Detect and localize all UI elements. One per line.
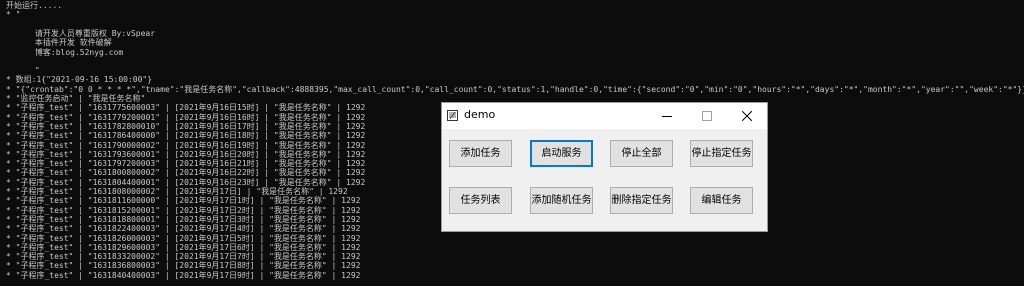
console-line: * "子程序_test" | "1631818800001" | [2021年9… xyxy=(6,214,361,224)
console-line: * "子程序_test" | "1631826000003" | [2021年9… xyxy=(6,233,361,243)
console-line: 开始运行..... xyxy=(6,1,63,10)
close-button[interactable] xyxy=(727,103,767,129)
dialog-titlebar[interactable]: demo xyxy=(442,103,767,129)
console-line: * "子程序_test" | "1631786400000" | [2021年9… xyxy=(6,131,366,141)
console-line: " xyxy=(6,66,40,76)
console-line: 本插件开发 软件破解 xyxy=(6,38,112,48)
console-line: * "监控任务启动" | "我是任务名称" xyxy=(6,94,146,103)
stop-all-button[interactable]: 停止全部 xyxy=(610,140,673,167)
maximize-icon xyxy=(702,111,712,121)
dialog-title: demo xyxy=(464,108,496,121)
console-line: * "子程序_test" | "1631808000002" | [2021年9… xyxy=(6,187,348,196)
console-line: * "子程序_test" | "1631782800010" | [2021年9… xyxy=(6,121,366,131)
console-line: * "子程序_test" | "1631775600003" | [2021年9… xyxy=(6,103,366,113)
edit-task-button[interactable]: 编辑任务 xyxy=(690,187,753,214)
console-line: * "子程序_test" | "1631822400003" | [2021年9… xyxy=(6,224,361,234)
console-line: * "子程序_test" | "1631815200001" | [2021年9… xyxy=(6,205,361,215)
console-line: * "子程序_test" | "1631833200002" | [2021年9… xyxy=(6,252,361,262)
console-line: * "子程序_test" | "1631840400003" | [2021年9… xyxy=(6,270,361,280)
console-line: 博客:blog.52nyg.com xyxy=(6,47,124,57)
minimize-icon xyxy=(662,116,672,117)
console-line: * "子程序_test" | "1631790000002" | [2021年9… xyxy=(6,140,366,150)
console-line: * "子程序_test" | "1631797200003" | [2021年9… xyxy=(6,159,366,169)
stop-specified-task-button[interactable]: 停止指定任务 xyxy=(690,140,753,167)
minimize-button[interactable] xyxy=(647,103,687,129)
start-service-button[interactable]: 启动服务 xyxy=(530,140,593,167)
add-random-task-button[interactable]: 添加随机任务 xyxy=(530,187,593,214)
console-line: * "子程序_test" | "1631800800002" | [2021年9… xyxy=(6,168,366,178)
console-line: * 数组:1{"2021-09-16 15:00:00"} xyxy=(6,75,153,85)
console-line: 请开发人员尊重版权 By:vSpear xyxy=(6,28,156,38)
console-line: * "子程序_test" | "1631836800003" | [2021年9… xyxy=(6,261,361,271)
add-task-button[interactable]: 添加任务 xyxy=(449,140,512,167)
console-line: * "子程序_test" | "1631829600003" | [2021年9… xyxy=(6,242,361,252)
console-line: * "子程序_test" | "1631779200001" | [2021年9… xyxy=(6,112,366,122)
delete-specified-task-button[interactable]: 删除指定任务 xyxy=(610,187,673,214)
app-window-icon xyxy=(447,110,458,121)
console-line: * " xyxy=(6,10,21,20)
maximize-button[interactable] xyxy=(687,103,727,129)
demo-dialog: demo 添加任务 启动服务 停止全部 停止指定任务 任务列表 添加随机任务 删… xyxy=(441,102,768,232)
console-line: * "子程序_test" | "1631793600001" | [2021年9… xyxy=(6,149,366,159)
console-line: * "{"crontab":"0 0 * * * *","tname":"我是任… xyxy=(6,84,1024,94)
console-line: * "子程序_test" | "1631804400001" | [2021年9… xyxy=(6,177,366,187)
close-icon xyxy=(742,111,752,121)
console-line: * "子程序_test" | "1631811600000" | [2021年9… xyxy=(6,196,361,206)
task-list-button[interactable]: 任务列表 xyxy=(449,187,512,214)
